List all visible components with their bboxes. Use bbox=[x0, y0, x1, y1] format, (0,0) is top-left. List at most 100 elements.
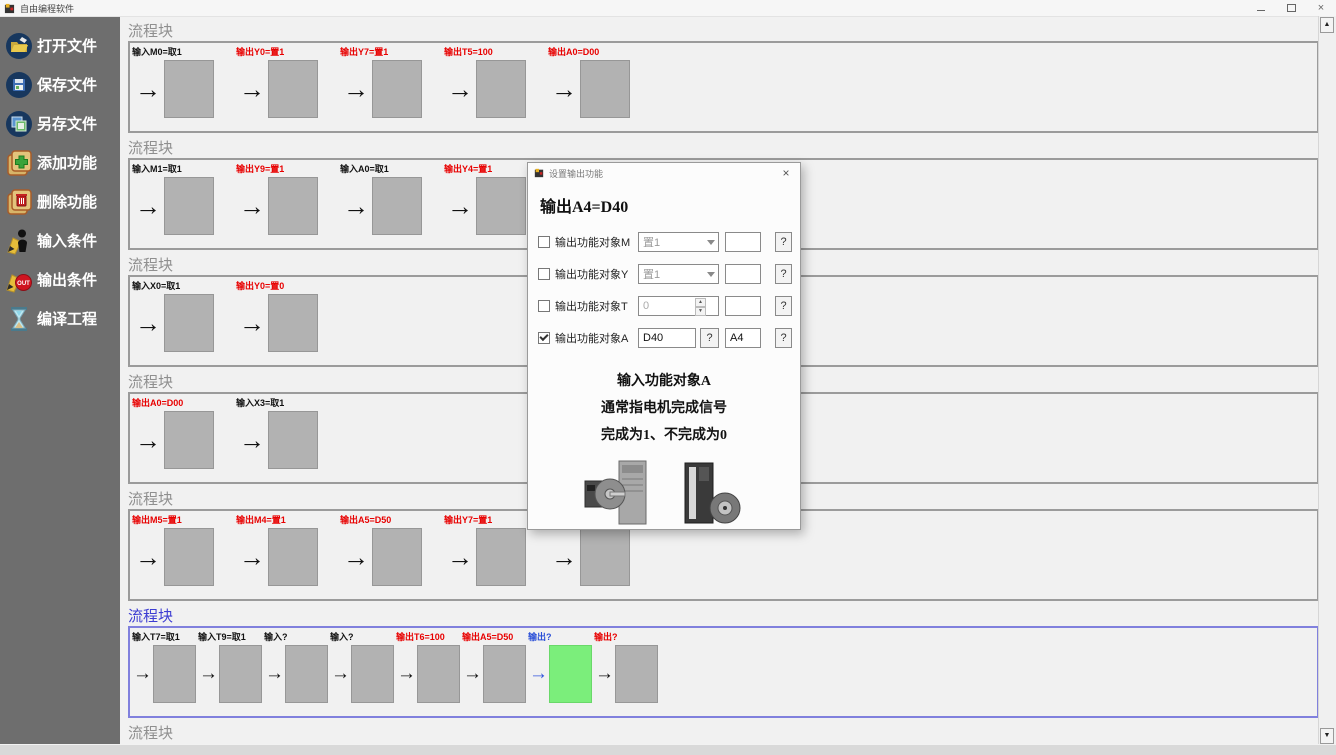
output-value-select[interactable]: 置1 bbox=[638, 232, 719, 252]
flow-arrow-icon: → bbox=[340, 527, 372, 587]
axis-field[interactable]: A4 bbox=[725, 328, 761, 348]
extra-value-field[interactable] bbox=[725, 296, 761, 316]
close-icon: × bbox=[1318, 2, 1324, 14]
sidebar-item-label: 输入条件 bbox=[37, 230, 97, 251]
flow-block[interactable] bbox=[268, 528, 318, 586]
flow-unit: 输入X0=取1→ bbox=[132, 279, 236, 354]
flow-block[interactable] bbox=[417, 645, 460, 703]
sidebar-item-7[interactable]: OUT输出条件 bbox=[0, 260, 120, 299]
flow-arrow-icon: → bbox=[132, 176, 164, 236]
flow-block[interactable] bbox=[268, 177, 318, 235]
timer-value-spinner[interactable]: 0▲▼ bbox=[638, 296, 719, 316]
motor-images bbox=[528, 459, 800, 529]
flow-block[interactable] bbox=[351, 645, 394, 703]
sidebar-item-5[interactable]: 删除功能 bbox=[0, 182, 120, 221]
sidebar-item-label: 删除功能 bbox=[37, 191, 97, 212]
flow-unit: 输入M0=取1→ bbox=[132, 45, 236, 120]
checkbox[interactable] bbox=[538, 300, 550, 312]
flow-block[interactable] bbox=[580, 60, 630, 118]
flow-arrow-icon: → bbox=[236, 176, 268, 236]
flow-block[interactable] bbox=[615, 645, 658, 703]
flow-unit: 输出A5=D50→ bbox=[462, 630, 528, 705]
flow-arrow-icon: → bbox=[444, 527, 476, 587]
flow-block[interactable] bbox=[268, 294, 318, 352]
flow-block[interactable] bbox=[268, 411, 318, 469]
flow-block[interactable] bbox=[164, 60, 214, 118]
minimize-button[interactable] bbox=[1246, 0, 1276, 16]
flow-block[interactable] bbox=[476, 177, 526, 235]
flow-block[interactable] bbox=[476, 528, 526, 586]
section-title: 流程块 bbox=[128, 608, 1319, 626]
sidebar-item-3[interactable]: 另存文件 bbox=[0, 104, 120, 143]
flow-arrow-icon: → bbox=[236, 410, 268, 470]
sidebar-item-1[interactable]: 打开文件 bbox=[0, 26, 120, 65]
scroll-down-button[interactable]: ▼ bbox=[1320, 728, 1334, 744]
checkbox[interactable] bbox=[538, 268, 550, 280]
compile-project-icon bbox=[5, 305, 33, 333]
data-register-field[interactable]: D40 bbox=[638, 328, 696, 348]
unit-label: 输入? bbox=[330, 631, 396, 643]
flow-arrow-icon: → bbox=[236, 293, 268, 353]
spinner-down-icon[interactable]: ▼ bbox=[695, 307, 706, 316]
flow-block[interactable] bbox=[153, 645, 196, 703]
scroll-up-button[interactable]: ▲ bbox=[1320, 17, 1334, 33]
flow-arrow-icon: → bbox=[444, 176, 476, 236]
flow-block[interactable] bbox=[219, 645, 262, 703]
flow-block[interactable] bbox=[580, 528, 630, 586]
save-as-file-icon bbox=[5, 110, 33, 138]
flow-block[interactable] bbox=[372, 177, 422, 235]
input-condition-icon bbox=[5, 227, 33, 255]
sidebar-item-2[interactable]: 保存文件 bbox=[0, 65, 120, 104]
help-button[interactable]: ? bbox=[775, 232, 792, 252]
flow-block[interactable] bbox=[164, 411, 214, 469]
section-title: 流程块 bbox=[128, 23, 1319, 41]
maximize-button[interactable] bbox=[1276, 0, 1306, 16]
help-button[interactable]: ? bbox=[700, 328, 719, 348]
vertical-scrollbar[interactable]: ▲ ▼ bbox=[1318, 16, 1336, 745]
flow-block[interactable] bbox=[268, 60, 318, 118]
flow-block[interactable] bbox=[483, 645, 526, 703]
app-icon bbox=[4, 3, 15, 14]
flow-arrow-icon: → bbox=[528, 644, 549, 704]
flow-block-active[interactable] bbox=[549, 645, 592, 703]
extra-value-field[interactable] bbox=[725, 264, 761, 284]
help-button[interactable]: ? bbox=[775, 328, 792, 348]
flow-unit: 输出A0=D00→ bbox=[548, 45, 652, 120]
flow-unit: 输入?→ bbox=[330, 630, 396, 705]
sidebar-item-4[interactable]: 添加功能 bbox=[0, 143, 120, 182]
spinner-up-icon[interactable]: ▲ bbox=[695, 298, 706, 307]
help-button[interactable]: ? bbox=[775, 264, 792, 284]
unit-label: 输入X0=取1 bbox=[132, 280, 236, 292]
unit-label: 输出M5=置1 bbox=[132, 514, 236, 526]
sidebar-item-6[interactable]: 输入条件 bbox=[0, 221, 120, 260]
output-value-select[interactable]: 置1 bbox=[638, 264, 719, 284]
flow-arrow-icon: → bbox=[340, 176, 372, 236]
checkbox[interactable] bbox=[538, 236, 550, 248]
extra-value-field[interactable] bbox=[725, 232, 761, 252]
flow-arrow-icon: → bbox=[548, 527, 580, 587]
flow-block[interactable] bbox=[164, 294, 214, 352]
flow-block[interactable] bbox=[285, 645, 328, 703]
help-button[interactable]: ? bbox=[775, 296, 792, 316]
dialog-close-icon[interactable]: × bbox=[778, 166, 794, 180]
sidebar-item-label: 添加功能 bbox=[37, 152, 97, 173]
dialog-titlebar[interactable]: 设置输出功能 × bbox=[528, 163, 800, 183]
flow-block[interactable] bbox=[372, 60, 422, 118]
add-function-icon bbox=[5, 149, 33, 177]
checkbox-checked[interactable] bbox=[538, 332, 550, 344]
open-file-icon bbox=[5, 32, 33, 60]
flow-unit: 输出T6=100→ bbox=[396, 630, 462, 705]
close-button[interactable]: × bbox=[1306, 0, 1336, 16]
flow-block[interactable] bbox=[476, 60, 526, 118]
flow-container: 输入T7=取1→输入T9=取1→输入?→输入?→输出T6=100→输出A5=D5… bbox=[128, 626, 1319, 718]
flow-unit: 输出?→ bbox=[594, 630, 660, 705]
delete-function-icon bbox=[5, 188, 33, 216]
flow-block[interactable] bbox=[164, 528, 214, 586]
flow-unit: 输入A0=取1→ bbox=[340, 162, 444, 237]
flow-unit: 输入M1=取1→ bbox=[132, 162, 236, 237]
flow-block[interactable] bbox=[372, 528, 422, 586]
description-line: 完成为1、不完成为0 bbox=[528, 422, 800, 449]
sidebar-item-8[interactable]: 编译工程 bbox=[0, 299, 120, 338]
flow-block[interactable] bbox=[164, 177, 214, 235]
flow-arrow-icon: → bbox=[236, 59, 268, 119]
